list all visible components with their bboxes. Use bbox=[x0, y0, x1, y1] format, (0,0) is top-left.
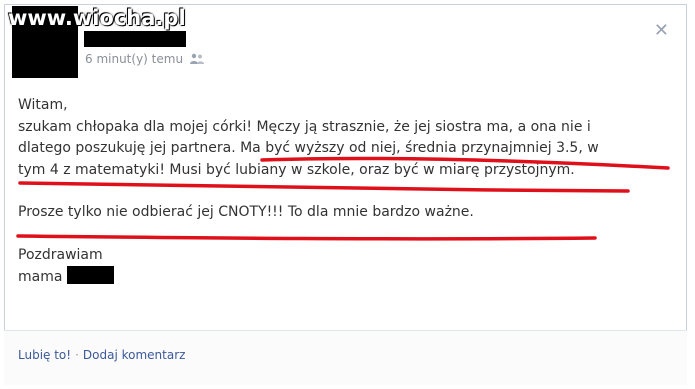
signature-redacted bbox=[66, 266, 114, 284]
post-line: dlatego poszukuję jej partnera. Ma być w… bbox=[18, 140, 599, 156]
post-signature: mama bbox=[18, 269, 63, 285]
people-icon bbox=[190, 53, 205, 64]
close-icon[interactable]: ✕ bbox=[654, 20, 669, 41]
separator: · bbox=[75, 348, 79, 362]
action-links: Lubię to! · Dodaj komentarz bbox=[18, 348, 185, 362]
post-line: Prosze tylko nie odbierać jej CNOTY!!! T… bbox=[18, 204, 474, 220]
post-meta: 6 minut(y) temu bbox=[85, 52, 205, 66]
post-footer: Lubię to! · Dodaj komentarz bbox=[4, 330, 687, 385]
post-body: Witam, szukam chłopaka dla mojej córki! … bbox=[18, 95, 658, 289]
post-greeting: Witam, bbox=[18, 97, 68, 113]
timestamp[interactable]: 6 minut(y) temu bbox=[85, 52, 183, 66]
author-name-redacted[interactable] bbox=[84, 31, 186, 47]
post-closing: Pozdrawiam bbox=[18, 246, 103, 263]
post-line: tym 4 z matematyki! Musi być lubiany w s… bbox=[18, 161, 575, 178]
post-signature-line: mama bbox=[18, 266, 658, 289]
post-line: szukam chłopaka dla mojej córki! Męczy j… bbox=[18, 118, 591, 135]
watermark: www.wiocha.pl bbox=[8, 6, 186, 30]
add-comment-link[interactable]: Dodaj komentarz bbox=[83, 348, 186, 362]
like-link[interactable]: Lubię to! bbox=[18, 348, 71, 362]
